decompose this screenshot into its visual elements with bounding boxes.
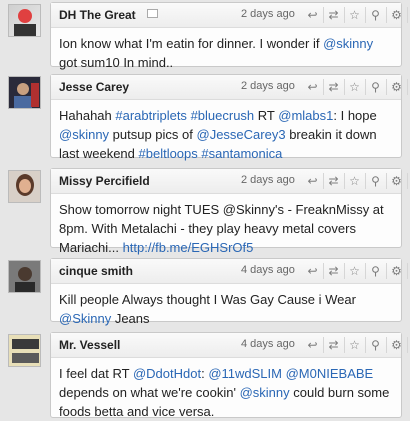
tweet-card: Missy Percifield 2 days ago ↩ ⇄ ☆ ⚲ ⚙ ✉ … [50,168,408,255]
tweet-feed: DH The Great 2 days ago ↩ ⇄ ☆ ⚲ ⚙ ✉ Ion … [0,0,410,421]
avatar[interactable] [8,334,41,367]
tweet-card: cinque smith 4 days ago ↩ ⇄ ☆ ⚲ ⚙ ✉ Kill… [50,258,408,326]
tweet-text: Show tomorrow night TUES @Skinny's - Fre… [59,200,393,257]
avatar[interactable] [8,170,41,203]
tweet-actions: ↩ ⇄ ☆ ⚲ ⚙ ✉ [303,337,410,353]
tweet-text-segment: Hahahah [59,108,116,123]
tweet-actions: ↩ ⇄ ☆ ⚲ ⚙ ✉ [303,7,410,23]
tweet-header: cinque smith 4 days ago ↩ ⇄ ☆ ⚲ ⚙ ✉ [51,259,408,284]
user-icon[interactable]: ⚲ [365,337,385,353]
tweet-link[interactable]: @JesseCarey3 [197,127,286,142]
timestamp[interactable]: 2 days ago [241,174,295,186]
settings-icon[interactable]: ⚙ [386,337,406,353]
retweet-icon[interactable]: ⇄ [323,337,343,353]
tweet-text-segment: got sum10 In mind.. [59,55,174,70]
settings-icon[interactable]: ⚙ [386,173,406,189]
tweet-link[interactable]: @M0NIEBABE [286,366,374,381]
settings-icon[interactable]: ⚙ [386,263,406,279]
tweet-text-segment: : I hope [333,108,377,123]
tweet-card: Mr. Vessell 4 days ago ↩ ⇄ ☆ ⚲ ⚙ ✉ I fee… [50,332,408,421]
user-icon[interactable]: ⚲ [365,79,385,95]
tweet-link[interactable]: #bluecrush [191,108,255,123]
tweet-header: DH The Great 2 days ago ↩ ⇄ ☆ ⚲ ⚙ ✉ [51,3,408,28]
avatar-image-icon [12,339,39,363]
user-name[interactable]: DH The Great [59,8,136,22]
tweet-2: Jesse Carey 2 days ago ↩ ⇄ ☆ ⚲ ⚙ ✉ Hahah… [0,72,410,161]
tweet-3: Missy Percifield 2 days ago ↩ ⇄ ☆ ⚲ ⚙ ✉ … [0,166,410,255]
avatar[interactable] [8,76,41,109]
timestamp[interactable]: 2 days ago [241,80,295,92]
tweet-text-segment: Kill people Always thought I Was Gay Cau… [59,292,356,307]
user-icon[interactable]: ⚲ [365,263,385,279]
retweet-icon[interactable]: ⇄ [323,7,343,23]
avatar-image-icon [14,9,36,36]
avatar[interactable] [8,260,41,293]
favorite-icon[interactable]: ☆ [344,7,364,23]
tweet-link[interactable]: http://fb.me/EGHSrOf5 [123,240,254,255]
tweet-link[interactable]: @11wdSLIM [208,366,282,381]
tweet-text-segment: RT [254,108,279,123]
favorite-icon[interactable]: ☆ [344,79,364,95]
tweet-text-segment: depends on what we're cookin' [59,385,240,400]
reply-icon[interactable]: ↩ [303,337,322,353]
tweet-text: Ion know what I'm eatin for dinner. I wo… [59,34,393,72]
retweet-icon[interactable]: ⇄ [323,79,343,95]
favorite-icon[interactable]: ☆ [344,173,364,189]
tweet-link[interactable]: @mlabs1 [278,108,333,123]
avatar-image-icon [15,267,35,292]
tweet-link[interactable]: #beltloops [139,146,198,161]
reply-icon[interactable]: ↩ [303,79,322,95]
tweet-text-segment: Jeans [111,311,150,326]
tweet-link[interactable]: @DdotHdot [133,366,201,381]
tweet-link[interactable]: @skinny [323,36,373,51]
user-name[interactable]: cinque smith [59,264,133,278]
tweet-link[interactable]: #arabtriplets [115,108,187,123]
reply-icon[interactable]: ↩ [303,263,322,279]
tweet-link[interactable]: #santamonica [201,146,282,161]
tweet-1: DH The Great 2 days ago ↩ ⇄ ☆ ⚲ ⚙ ✉ Ion … [0,0,410,70]
settings-icon[interactable]: ⚙ [386,79,406,95]
tweet-header: Jesse Carey 2 days ago ↩ ⇄ ☆ ⚲ ⚙ ✉ [51,75,408,100]
settings-icon[interactable]: ⚙ [386,7,406,23]
user-name[interactable]: Jesse Carey [59,80,129,94]
user-name[interactable]: Missy Percifield [59,174,150,188]
tweet-header: Missy Percifield 2 days ago ↩ ⇄ ☆ ⚲ ⚙ ✉ [51,169,408,194]
avatar-image-icon [14,83,39,108]
user-icon[interactable]: ⚲ [365,173,385,189]
tweet-text: I feel dat RT @DdotHdot: @11wdSLIM @M0NI… [59,364,393,421]
tweet-text: Kill people Always thought I Was Gay Cau… [59,290,393,328]
user-icon[interactable]: ⚲ [365,7,385,23]
favorite-icon[interactable]: ☆ [344,337,364,353]
tweet-4: cinque smith 4 days ago ↩ ⇄ ☆ ⚲ ⚙ ✉ Kill… [0,256,410,326]
reply-icon[interactable]: ↩ [303,7,322,23]
tweet-text-segment: I feel dat RT [59,366,133,381]
tweet-actions: ↩ ⇄ ☆ ⚲ ⚙ ✉ [303,263,410,279]
favorite-icon[interactable]: ☆ [344,263,364,279]
profile-badge-icon [147,9,158,18]
tweet-5: Mr. Vessell 4 days ago ↩ ⇄ ☆ ⚲ ⚙ ✉ I fee… [0,330,410,421]
avatar[interactable] [8,4,41,37]
timestamp[interactable]: 4 days ago [241,338,295,350]
tweet-link[interactable]: @skinny [59,127,109,142]
retweet-icon[interactable]: ⇄ [323,263,343,279]
tweet-card: Jesse Carey 2 days ago ↩ ⇄ ☆ ⚲ ⚙ ✉ Hahah… [50,74,408,161]
tweet-text-segment: Ion know what I'm eatin for dinner. I wo… [59,36,324,51]
tweet-header: Mr. Vessell 4 days ago ↩ ⇄ ☆ ⚲ ⚙ ✉ [51,333,408,358]
avatar-image-icon [16,174,34,196]
timestamp[interactable]: 2 days ago [241,8,295,20]
reply-icon[interactable]: ↩ [303,173,322,189]
user-name[interactable]: Mr. Vessell [59,338,120,352]
retweet-icon[interactable]: ⇄ [323,173,343,189]
tweet-card: DH The Great 2 days ago ↩ ⇄ ☆ ⚲ ⚙ ✉ Ion … [50,2,408,70]
tweet-actions: ↩ ⇄ ☆ ⚲ ⚙ ✉ [303,173,410,189]
tweet-text: Hahahah #arabtriplets #bluecrush RT @mla… [59,106,393,163]
tweet-actions: ↩ ⇄ ☆ ⚲ ⚙ ✉ [303,79,410,95]
timestamp[interactable]: 4 days ago [241,264,295,276]
tweet-text-segment: putsup pics of [109,127,197,142]
tweet-link[interactable]: @skinny [240,385,290,400]
tweet-link[interactable]: @Skinny [59,311,111,326]
